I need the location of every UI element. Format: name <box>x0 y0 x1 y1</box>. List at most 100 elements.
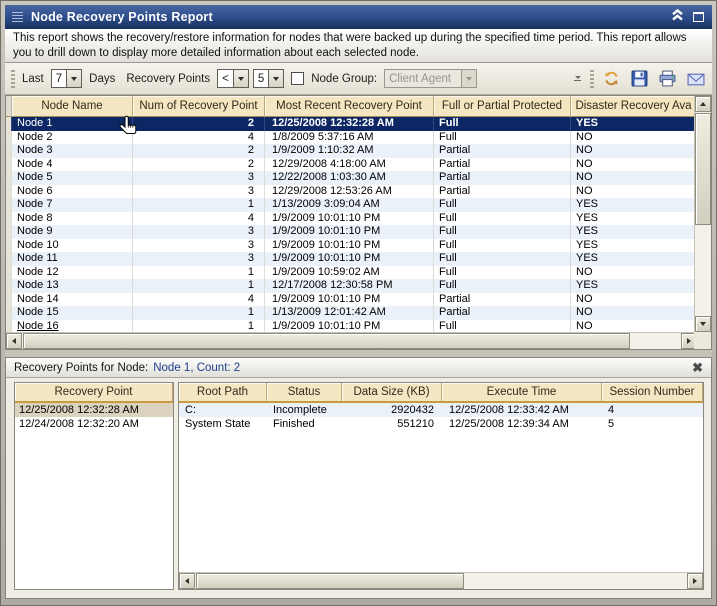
disaster-recovery-cell: YES <box>571 117 697 131</box>
scroll-right-icon[interactable] <box>687 573 703 589</box>
node-row[interactable]: Node 14 4 1/9/2009 10:01:10 PM Partial N… <box>6 293 697 307</box>
toolbar-grip[interactable] <box>11 70 15 88</box>
column-header-node-name[interactable]: Node Name <box>12 96 133 117</box>
node-row[interactable]: Node 7 1 1/13/2009 3:09:04 AM Full YES <box>6 198 697 212</box>
num-recovery-points-cell: 4 <box>133 212 265 226</box>
column-header-status[interactable]: Status <box>267 383 342 403</box>
protection-cell: Full <box>434 252 571 266</box>
node-row[interactable]: Node 2 4 1/8/2009 5:37:16 AM Full NO <box>6 131 697 145</box>
node-row[interactable]: Node 13 1 12/17/2008 12:30:58 PM Full YE… <box>6 279 697 293</box>
vertical-scrollbar[interactable] <box>694 96 711 332</box>
most-recent-cell: 12/29/2008 12:53:26 AM <box>265 185 434 199</box>
node-row[interactable]: Node 5 3 12/22/2008 1:03:30 AM Partial N… <box>6 171 697 185</box>
titlebar: Node Recovery Points Report <box>5 5 712 29</box>
column-header-data-size[interactable]: Data Size (KB) <box>342 383 442 403</box>
horizontal-scrollbar-thumb[interactable] <box>23 333 630 349</box>
recovery-point-value: 12/24/2008 12:32:20 AM <box>19 418 139 430</box>
protection-cell: Full <box>434 131 571 145</box>
operator-combobox[interactable]: < <box>217 69 249 88</box>
detail-horizontal-scrollbar[interactable] <box>179 572 703 589</box>
recovery-point-row[interactable]: 12/25/2008 12:32:28 AM <box>15 403 173 417</box>
disaster-recovery-cell: YES <box>571 279 697 293</box>
last-days-combobox[interactable]: 7 <box>51 69 82 88</box>
scroll-left-icon[interactable] <box>6 333 22 349</box>
toolbar-overflow-icon[interactable] <box>574 76 581 81</box>
node-row[interactable]: Node 4 2 12/29/2008 4:18:00 AM Partial N… <box>6 158 697 172</box>
maximize-icon[interactable] <box>693 12 704 22</box>
last-label: Last <box>22 73 44 85</box>
panel-header-value: Node 1, Count: 2 <box>153 362 240 374</box>
toolbar-grip[interactable] <box>590 70 594 88</box>
refresh-icon[interactable] <box>601 68 622 89</box>
session-row[interactable]: C: Incomplete 2920432 12/25/2008 12:33:4… <box>179 403 703 417</box>
window-menu-icon[interactable] <box>12 12 23 23</box>
node-row[interactable]: Node 8 4 1/9/2009 10:01:10 PM Full YES <box>6 212 697 226</box>
session-number-cell: 5 <box>602 417 703 431</box>
most-recent-cell: 1/9/2009 10:01:10 PM <box>265 252 434 266</box>
root-path-cell: C: <box>179 403 267 417</box>
scroll-left-icon[interactable] <box>179 573 195 589</box>
node-group-value: Client Agent <box>385 70 461 87</box>
close-icon[interactable]: ✖ <box>692 362 703 374</box>
disaster-recovery-cell: NO <box>571 144 697 158</box>
node-row[interactable]: Node 3 2 1/9/2009 1:10:32 AM Partial NO <box>6 144 697 158</box>
num-recovery-points-cell: 2 <box>133 158 265 172</box>
node-row[interactable]: Node 1 2 12/25/2008 12:32:28 AM Full YES <box>6 117 697 131</box>
num-recovery-points-cell: 1 <box>133 306 265 320</box>
node-name-cell: Node 13 <box>12 279 133 293</box>
count-combobox[interactable]: 5 <box>253 69 284 88</box>
print-icon[interactable] <box>657 68 678 89</box>
vertical-scrollbar-thumb[interactable] <box>695 113 711 225</box>
most-recent-cell: 1/9/2009 10:01:10 PM <box>265 225 434 239</box>
node-group-checkbox[interactable] <box>291 72 304 85</box>
protection-cell: Full <box>434 225 571 239</box>
most-recent-cell: 1/8/2009 5:37:16 AM <box>265 131 434 145</box>
chevron-down-icon[interactable] <box>268 70 283 87</box>
email-icon[interactable] <box>685 68 706 89</box>
recovery-point-row[interactable]: 12/24/2008 12:32:20 AM <box>15 417 173 431</box>
column-header-recovery-point[interactable]: Recovery Point <box>15 383 173 403</box>
node-name-cell: Node 4 <box>12 158 133 172</box>
node-row[interactable]: Node 6 3 12/29/2008 12:53:26 AM Partial … <box>6 185 697 199</box>
session-row[interactable]: System State Finished 551210 12/25/2008 … <box>179 417 703 431</box>
protection-cell: Partial <box>434 171 571 185</box>
node-name-cell: Node 15 <box>12 306 133 320</box>
disaster-recovery-cell: NO <box>571 306 697 320</box>
column-header-disaster-recovery[interactable]: Disaster Recovery Ava <box>571 96 697 117</box>
horizontal-scrollbar[interactable] <box>6 332 697 349</box>
panel-splitter[interactable] <box>5 350 712 357</box>
node-row[interactable]: Node 10 3 1/9/2009 10:01:10 PM Full YES <box>6 239 697 253</box>
protection-cell: Partial <box>434 185 571 199</box>
chevron-down-icon[interactable] <box>66 70 81 87</box>
node-name-cell: Node 10 <box>12 239 133 253</box>
protection-cell: Full <box>434 239 571 253</box>
detail-scrollbar-thumb[interactable] <box>196 573 464 589</box>
column-header-num-recovery-points[interactable]: Num of Recovery Point <box>133 96 265 117</box>
column-header-execute-time[interactable]: Execute Time <box>442 383 602 403</box>
save-icon[interactable] <box>629 68 650 89</box>
node-row[interactable]: Node 11 3 1/9/2009 10:01:10 PM Full YES <box>6 252 697 266</box>
scroll-down-icon[interactable] <box>695 316 711 332</box>
column-header-full-partial[interactable]: Full or Partial Protected <box>434 96 571 117</box>
node-row[interactable]: Node 9 3 1/9/2009 10:01:10 PM Full YES <box>6 225 697 239</box>
status-cell: Finished <box>267 417 342 431</box>
node-row[interactable]: Node 15 1 1/13/2009 12:01:42 AM Partial … <box>6 306 697 320</box>
column-header-root-path[interactable]: Root Path <box>179 383 267 403</box>
scroll-up-icon[interactable] <box>695 96 711 112</box>
node-row[interactable]: Node 12 1 1/9/2009 10:59:02 AM Full NO <box>6 266 697 280</box>
collapse-icon[interactable] <box>671 8 684 26</box>
disaster-recovery-cell: YES <box>571 225 697 239</box>
column-header-most-recent[interactable]: Most Recent Recovery Point <box>265 96 434 117</box>
disaster-recovery-cell: NO <box>571 293 697 307</box>
chevron-down-icon[interactable] <box>233 70 248 87</box>
most-recent-cell: 12/29/2008 4:18:00 AM <box>265 158 434 172</box>
panel-body: Recovery Point 12/25/2008 12:32:28 AM 12… <box>14 382 704 590</box>
protection-cell: Full <box>434 117 571 131</box>
column-header-session-number[interactable]: Session Number <box>602 383 703 403</box>
filter-toolbar: Last 7 Days Recovery Points < 5 Node Gro… <box>5 63 712 95</box>
status-cell: Incomplete <box>267 403 342 417</box>
disaster-recovery-cell: NO <box>571 158 697 172</box>
session-detail-table: Root Path Status Data Size (KB) Execute … <box>178 382 704 590</box>
node-row[interactable]: Node 16 1 1/9/2009 10:01:10 PM Full NO <box>6 320 697 333</box>
data-size-cell: 551210 <box>342 417 442 431</box>
